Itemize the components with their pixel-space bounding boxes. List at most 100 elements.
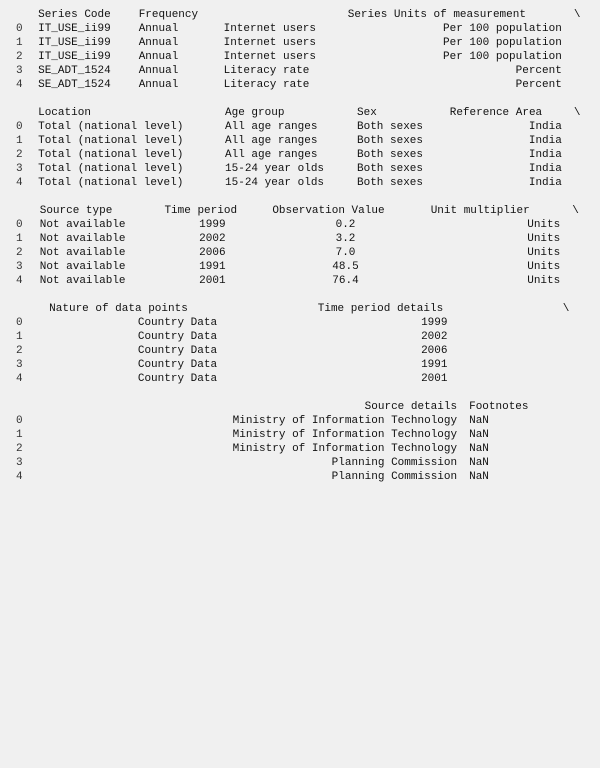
units-of-measurement: Per 100 population [342,22,568,36]
observation-value: 0.2 [266,218,424,232]
location: Total (national level) [32,120,219,134]
section2-table: Location Age group Sex Reference Area \ … [10,106,590,190]
unit-multiplier: Units [425,260,567,274]
s1-col-slash: \ [568,8,590,22]
row-idx: 2 [10,442,43,456]
reference-area: India [444,134,568,148]
time-period-details: 1991 [312,358,557,372]
section3-table: Source type Time period Observation Valu… [10,204,590,288]
source-details: Planning Commission [43,470,463,484]
source-details: Ministry of Information Technology [43,442,463,456]
table-row: 3 Not available 1991 48.5 Units [10,260,590,274]
row-idx: 0 [10,120,32,134]
series-code: SE_ADT_1524 [32,64,133,78]
frequency: Annual [133,78,218,92]
reference-area: India [444,162,568,176]
row-slash [568,78,590,92]
s4-col-nature: Nature of data points [43,302,312,316]
row-idx: 3 [10,456,43,470]
table-row: 4 SE_ADT_1524 Annual Literacy rate Perce… [10,78,590,92]
observation-value: 48.5 [266,260,424,274]
s1-col-freq: Frequency [133,8,218,22]
frequency: Annual [133,50,218,64]
s3-col-slash: \ [566,204,590,218]
s4-col-idx [10,302,43,316]
sex: Both sexes [351,120,444,134]
table-row: 4 Not available 2001 76.4 Units [10,274,590,288]
section1-table: Series Code Frequency Series Units of me… [10,8,590,92]
row-idx: 3 [10,162,32,176]
table-row: 0 Country Data 1999 [10,316,590,330]
location: Total (national level) [32,162,219,176]
units-of-measurement: Percent [342,78,568,92]
s5-col-idx [10,400,43,414]
age-group: 15-24 year olds [219,162,351,176]
age-group: 15-24 year olds [219,176,351,190]
row-slash [568,148,590,162]
row-idx: 3 [10,260,34,274]
sex: Both sexes [351,148,444,162]
row-idx: 1 [10,134,32,148]
table-row: 1 Country Data 2002 [10,330,590,344]
reference-area: India [444,120,568,134]
table-row: 2 Total (national level) All age ranges … [10,148,590,162]
row-slash [566,260,590,274]
row-slash [557,330,590,344]
nature-of-data: Country Data [43,330,312,344]
time-period-details: 2001 [312,372,557,386]
section5-table: Source details Footnotes 0 Ministry of I… [10,400,590,484]
series-type: Internet users [218,22,342,36]
row-idx: 4 [10,78,32,92]
source-details: Ministry of Information Technology [43,428,463,442]
row-slash [568,50,590,64]
s2-col-location: Location [32,106,219,120]
frequency: Annual [133,64,218,78]
source-type: Not available [34,260,159,274]
row-idx: 4 [10,372,43,386]
table-row: 2 Not available 2006 7.0 Units [10,246,590,260]
row-idx: 0 [10,316,43,330]
table-row: 1 Ministry of Information Technology NaN [10,428,590,442]
nature-of-data: Country Data [43,358,312,372]
row-slash [566,246,590,260]
table-row: 2 Country Data 2006 [10,344,590,358]
s4-col-period: Time period details [312,302,557,316]
nature-of-data: Country Data [43,316,312,330]
s1-col-spacer [218,8,342,22]
source-type: Not available [34,218,159,232]
reference-area: India [444,148,568,162]
row-slash [566,232,590,246]
row-idx: 0 [10,22,32,36]
source-details: Ministry of Information Technology [43,414,463,428]
source-type: Not available [34,274,159,288]
table-row: 3 SE_ADT_1524 Annual Literacy rate Perce… [10,64,590,78]
footnotes: NaN [463,456,590,470]
table-row: 2 Ministry of Information Technology NaN [10,442,590,456]
row-slash [568,36,590,50]
sex: Both sexes [351,134,444,148]
row-idx: 4 [10,470,43,484]
time-period-details: 2006 [312,344,557,358]
age-group: All age ranges [219,120,351,134]
s1-col-units: Series Units of measurement [342,8,568,22]
row-idx: 4 [10,176,32,190]
age-group: All age ranges [219,148,351,162]
unit-multiplier: Units [425,274,567,288]
table-row: 0 Ministry of Information Technology NaN [10,414,590,428]
row-slash [568,120,590,134]
unit-multiplier: Units [425,246,567,260]
observation-value: 76.4 [266,274,424,288]
row-slash [568,162,590,176]
row-idx: 4 [10,274,34,288]
nature-of-data: Country Data [43,372,312,386]
age-group: All age ranges [219,134,351,148]
s1-col-idx [10,8,32,22]
row-idx: 2 [10,344,43,358]
series-code: IT_USE_ii99 [32,50,133,64]
s3-col-idx [10,204,34,218]
s2-col-slash: \ [568,106,590,120]
series-type: Literacy rate [218,78,342,92]
time-period-details: 2002 [312,330,557,344]
time-period: 2006 [158,246,266,260]
row-slash [566,274,590,288]
